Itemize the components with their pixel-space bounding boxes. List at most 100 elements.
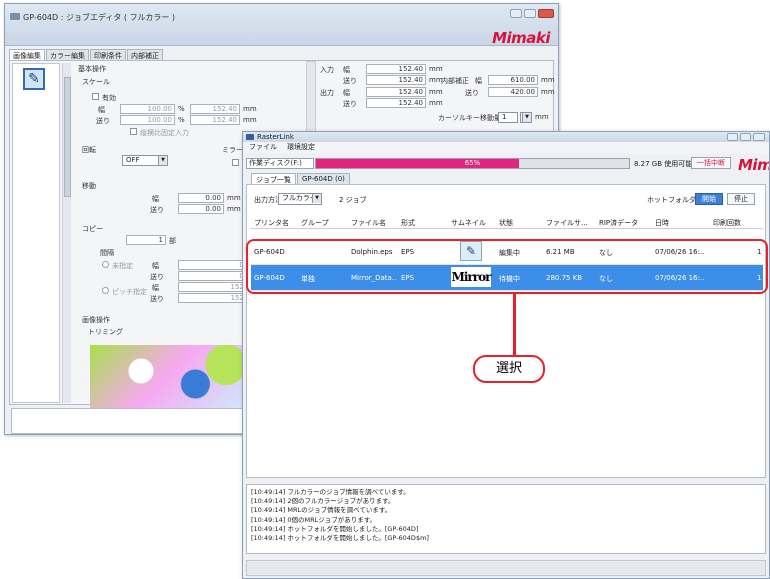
- close-button[interactable]: [753, 133, 765, 141]
- input-width-value: 152.40: [366, 64, 426, 74]
- spacing-label: 間隔: [100, 249, 114, 257]
- settings-scrollbar[interactable]: [62, 63, 71, 403]
- rotate-value: OFF: [126, 156, 140, 164]
- output-method-dropdown[interactable]: フルカラー ▼: [278, 193, 322, 205]
- menu-settings[interactable]: 環境設定: [287, 142, 315, 153]
- col-print-count[interactable]: 印刷回数: [713, 218, 741, 228]
- col-date[interactable]: 日時: [655, 218, 669, 228]
- suspend-all-button[interactable]: 一括中断: [691, 157, 731, 169]
- thumbnail-list[interactable]: ✎: [12, 63, 60, 403]
- cursor-move-label: カーソルキー移動量: [438, 114, 501, 122]
- scale-feed-mm-input[interactable]: 152.40: [190, 115, 240, 125]
- col-rip-data[interactable]: RIP済データ: [599, 218, 638, 228]
- log-panel: [10:49:14] フルカラーのジョブ情報を調べています。 [10:49:14…: [246, 484, 766, 554]
- area-width-label: 幅: [475, 77, 482, 85]
- chevron-down-icon: ▼: [158, 156, 167, 165]
- trimming-label: トリミング: [88, 328, 123, 336]
- log-line: [10:49:14] 0個のMRLジョブがあります。: [251, 515, 377, 524]
- scale-width-pct-input[interactable]: 100.00: [120, 104, 175, 114]
- mm-unit: mm: [429, 99, 443, 107]
- mirror-checkbox[interactable]: [232, 159, 239, 166]
- copies-input[interactable]: 1: [126, 235, 166, 245]
- pct-unit: %: [178, 116, 185, 124]
- pitch-label: ピッチ指定: [112, 288, 147, 296]
- spacing-feed-label: 送り: [150, 273, 164, 281]
- callout-leader-line: [513, 294, 516, 355]
- cursor-move-value: 1: [502, 113, 507, 121]
- aspect-fixed-checkbox[interactable]: [130, 128, 137, 135]
- mirror-heading: ミラー: [222, 146, 243, 154]
- log-line: [10:49:14] ホットフォルダを開始しました。[GP-604D]: [251, 524, 419, 533]
- dolphin-thumbnail-icon[interactable]: ✎: [23, 68, 45, 90]
- hotfolder-label: ホットフォルダ: [647, 196, 696, 204]
- cursor-move-arrow[interactable]: ▼: [520, 112, 532, 123]
- input-feed-label: 送り: [343, 77, 357, 85]
- input-feed-value: 152.40: [366, 75, 426, 85]
- maximize-button[interactable]: [740, 133, 751, 141]
- window-title: RasterLink: [257, 133, 294, 141]
- minimize-button[interactable]: [510, 9, 522, 18]
- maximize-button[interactable]: [524, 9, 536, 18]
- scale-feed-pct-input[interactable]: 100.00: [120, 115, 175, 125]
- output-width-label: 幅: [343, 89, 350, 97]
- output-feed-label: 送り: [343, 100, 357, 108]
- job-count: 2 ジョブ: [339, 196, 367, 204]
- minimize-button[interactable]: [727, 133, 738, 141]
- title-bar: RasterLink: [243, 132, 769, 142]
- mm-unit: mm: [535, 113, 549, 121]
- scrollbar-thumb[interactable]: [64, 77, 71, 197]
- mm-unit: mm: [243, 116, 257, 124]
- trimming-preview-image[interactable]: [90, 345, 260, 410]
- col-printer[interactable]: プリンタ名: [254, 218, 289, 228]
- output-feed-value: 152.40: [366, 98, 426, 108]
- mm-unit: mm: [243, 105, 257, 113]
- move-width-input[interactable]: 0.00: [178, 193, 224, 203]
- area-width-value: 610.00: [488, 75, 538, 85]
- mm-unit: mm: [541, 76, 555, 84]
- pct-unit: %: [178, 105, 185, 113]
- move-feed-input[interactable]: 0.00: [178, 204, 224, 214]
- image-ops-heading: 画像操作: [82, 316, 110, 324]
- scale-width-label: 幅: [98, 106, 105, 114]
- app-icon: [246, 134, 254, 140]
- move-feed-label: 送り: [150, 206, 164, 214]
- col-thumbnail[interactable]: サムネイル: [451, 218, 486, 228]
- mm-unit: mm: [227, 194, 241, 202]
- log-line: [10:49:14] MRLのジョブ情報を調べています。: [251, 506, 392, 515]
- menu-bar: ファイル 環境設定: [243, 142, 769, 153]
- col-filesize[interactable]: ファイルサ...: [546, 218, 588, 228]
- pitch-radio[interactable]: [102, 287, 109, 294]
- pitch-feed-label: 送り: [150, 295, 164, 303]
- disk-usage-bar: 65%: [315, 158, 630, 169]
- move-heading: 移動: [82, 182, 96, 190]
- table-header: プリンタ名 グループ ファイル名 形式 サムネイル 状態 ファイルサ... RI…: [251, 215, 763, 229]
- job-toolbar: 出力方法 フルカラー ▼ 2 ジョブ ホットフォルダ 開始 停止: [251, 193, 763, 207]
- col-filename[interactable]: ファイル名: [351, 218, 386, 228]
- scale-width-mm-input[interactable]: 152.40: [190, 104, 240, 114]
- work-disk-label: 作業ディスク(F:): [246, 158, 314, 169]
- window-controls: [727, 133, 765, 141]
- hotfolder-stop-button[interactable]: 停止: [727, 193, 755, 205]
- mimaki-logo: Mimaki: [738, 156, 770, 174]
- rotate-dropdown[interactable]: OFF ▼: [122, 155, 168, 166]
- disk-status-row: 作業ディスク(F:) 65% 8.27 GB 使用可能 一括中断 Mimaki: [246, 156, 769, 174]
- close-button[interactable]: [538, 9, 554, 18]
- menu-file[interactable]: ファイル: [249, 142, 277, 153]
- callout-select-label: 選択: [473, 355, 545, 383]
- window-controls: [510, 9, 554, 18]
- chevron-down-icon: ▼: [312, 194, 321, 203]
- scale-heading: スケール: [82, 78, 110, 86]
- col-group[interactable]: グループ: [301, 218, 329, 228]
- cursor-move-dropdown[interactable]: 1: [498, 112, 518, 123]
- col-status[interactable]: 状態: [499, 218, 513, 228]
- col-format[interactable]: 形式: [401, 218, 415, 228]
- unspecified-radio[interactable]: [102, 261, 109, 268]
- mm-unit: mm: [429, 65, 443, 73]
- scale-enable-label: 有効: [102, 94, 116, 102]
- scale-enable-checkbox[interactable]: [92, 93, 99, 100]
- hotfolder-start-button[interactable]: 開始: [695, 193, 723, 205]
- output-heading: 出力: [320, 89, 334, 97]
- mimaki-logo: Mimaki: [492, 29, 550, 47]
- title-bar: GP-604D : ジョブエディタ ( フルカラー ) Mimaki: [5, 4, 558, 47]
- copies-unit: 部: [169, 237, 176, 245]
